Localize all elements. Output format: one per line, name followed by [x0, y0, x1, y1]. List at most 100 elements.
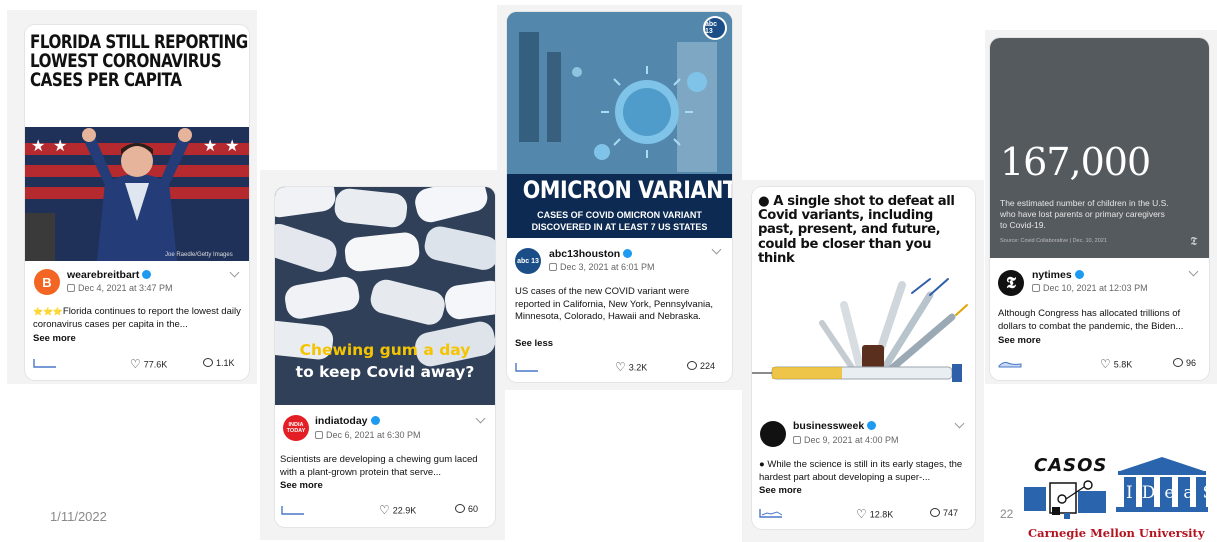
- post-date: Dec 9, 2021 at 4:00 PM: [793, 435, 899, 445]
- comments-text: 1.1K: [216, 358, 235, 368]
- headline-line-2: to keep Covid away?: [295, 363, 475, 381]
- comment-count[interactable]: 747: [930, 508, 958, 518]
- svg-text:Joe Raedle/Getty Images: Joe Raedle/Getty Images: [165, 252, 233, 258]
- post-caption: ● While the science is still in its earl…: [759, 459, 963, 483]
- likes-text: 12.8K: [869, 509, 894, 520]
- avatar[interactable]: abc 13: [515, 248, 541, 274]
- see-more-link[interactable]: See more: [998, 335, 1041, 346]
- omicron-virus-photo: [507, 12, 732, 174]
- post-card-indiatoday[interactable]: Chewing gum a day to keep Covid away? IN…: [275, 187, 495, 527]
- post-card-businessweek[interactable]: ● A single shot to defeat all Covid vari…: [752, 187, 975, 529]
- like-count[interactable]: ♡ 77.6K: [130, 357, 168, 372]
- like-count[interactable]: ♡ 22.9K: [379, 503, 416, 518]
- comment-count[interactable]: 224: [687, 361, 715, 371]
- verified-icon: [142, 269, 152, 279]
- see-less-link[interactable]: See less: [515, 338, 553, 349]
- like-count[interactable]: ♡ 5.8K: [1100, 357, 1132, 372]
- verified-icon: [867, 420, 877, 430]
- like-count[interactable]: ♡ 12.8K: [856, 507, 894, 522]
- handle-text[interactable]: businessweek: [793, 420, 864, 432]
- account-handle[interactable]: wearebreitbart: [67, 269, 152, 281]
- post-image[interactable]: abc 13 OMICRON VARIANT CASES OF COVID OM…: [507, 12, 732, 238]
- omicron-headline: OMICRON VARIANT: [522, 174, 732, 206]
- likes-text: 77.6K: [143, 359, 168, 370]
- chevron-down-icon[interactable]: [1188, 266, 1199, 277]
- ideas-text: IDeaS: [1126, 483, 1217, 503]
- post-date: Dec 4, 2021 at 3:47 PM: [67, 283, 173, 293]
- big-number: 167,000: [1000, 140, 1151, 184]
- comment-count[interactable]: 1.1K: [203, 358, 235, 368]
- comment-icon: [687, 361, 697, 371]
- comment-count[interactable]: 60: [455, 504, 478, 514]
- post-date: Dec 10, 2021 at 12:03 PM: [1032, 283, 1148, 293]
- likes-text: 3.2K: [628, 362, 648, 373]
- avatar[interactable]: INDIA TODAY: [283, 415, 309, 441]
- avatar[interactable]: 𝕿: [998, 270, 1024, 296]
- comments-text: 96: [1186, 358, 1197, 368]
- subhead-line-2: DISCOVERED IN AT LEAST 7 US STATES: [531, 222, 708, 232]
- account-handle[interactable]: nytimes: [1032, 269, 1084, 281]
- headline: ● A single shot to defeat all Covid vari…: [758, 194, 955, 266]
- star-emoji: ⭐⭐⭐: [33, 307, 63, 316]
- post-card-nytimes[interactable]: 167,000 The estimated number of children…: [990, 38, 1209, 380]
- svg-text:★: ★: [225, 138, 239, 155]
- handle-text[interactable]: wearebreitbart: [67, 269, 139, 281]
- comment-icon: [203, 358, 213, 368]
- date-text: Dec 10, 2021 at 12:03 PM: [1043, 283, 1148, 293]
- stat-text: The estimated number of children in the …: [1000, 198, 1169, 230]
- post-card-breitbart[interactable]: FLORIDA STILL REPORTING LOWEST CORONAVIR…: [25, 25, 249, 380]
- post-image[interactable]: ● A single shot to defeat all Covid vari…: [752, 187, 975, 405]
- heart-icon: ♡: [130, 357, 141, 371]
- casos-logo: CASOS: [1022, 455, 1110, 527]
- post-meta: INDIA TODAY indiatoday Dec 6, 2021 at 6:…: [275, 405, 495, 527]
- chevron-down-icon[interactable]: [954, 418, 965, 429]
- comment-icon: [930, 508, 940, 518]
- post-image[interactable]: Chewing gum a day to keep Covid away?: [275, 187, 495, 405]
- handle-text[interactable]: indiatoday: [315, 415, 368, 427]
- heart-icon: ♡: [615, 360, 626, 374]
- see-more-link[interactable]: See more: [759, 485, 802, 496]
- account-handle[interactable]: indiatoday: [315, 415, 380, 427]
- like-count[interactable]: ♡ 3.2K: [615, 360, 648, 375]
- sparkline-icon: [33, 359, 56, 368]
- sparkline-icon: [759, 509, 783, 518]
- post-image[interactable]: 167,000 The estimated number of children…: [990, 38, 1209, 258]
- cmu-wordmark: Carnegie Mellon University: [1028, 526, 1205, 540]
- heart-icon: ♡: [379, 503, 390, 517]
- svg-text:★: ★: [203, 138, 217, 155]
- post-meta: businessweek Dec 9, 2021 at 4:00 PM ● Wh…: [752, 405, 975, 529]
- chevron-down-icon[interactable]: [229, 267, 240, 278]
- verified-icon: [623, 248, 633, 258]
- headline: FLORIDA STILL REPORTING LOWEST CORONAVIR…: [30, 32, 248, 91]
- omicron-subhead: CASES OF COVID OMICRON VARIANT DISCOVERE…: [507, 209, 732, 233]
- slide-page-number: 22: [1000, 507, 1014, 521]
- account-handle[interactable]: businessweek: [793, 420, 877, 432]
- post-image[interactable]: FLORIDA STILL REPORTING LOWEST CORONAVIR…: [25, 25, 249, 261]
- see-more-link[interactable]: See more: [280, 480, 323, 491]
- sparkline-icon: [998, 361, 1022, 368]
- see-more-link[interactable]: See more: [33, 333, 76, 344]
- verified-icon: [1074, 269, 1084, 279]
- post-meta: B wearebreitbart Dec 4, 2021 at 3:47 PM …: [25, 261, 249, 380]
- chevron-down-icon[interactable]: [711, 244, 722, 255]
- avatar[interactable]: [760, 421, 786, 447]
- account-handle[interactable]: abc13houston: [549, 248, 633, 260]
- sparkline-icon: [281, 506, 304, 515]
- headline: Chewing gum a day to keep Covid away?: [275, 339, 495, 383]
- handle-text[interactable]: nytimes: [1032, 269, 1072, 281]
- handle-text[interactable]: abc13houston: [549, 248, 620, 260]
- chevron-down-icon[interactable]: [475, 413, 486, 424]
- comment-count[interactable]: 96: [1173, 358, 1196, 368]
- post-meta: 𝕿 nytimes Dec 10, 2021 at 12:03 PM Altho…: [990, 258, 1209, 380]
- verified-icon: [370, 415, 380, 425]
- avatar[interactable]: B: [34, 269, 60, 295]
- comments-text: 747: [943, 508, 959, 518]
- source-text: Source: Covid Collaborative | Dec. 10, 2…: [1000, 238, 1107, 244]
- desantis-photo: ★ ★ ★ ★ Joe Raedle/Getty Images: [25, 103, 249, 261]
- comment-icon: [455, 504, 465, 514]
- caption-text: Florida continues to report the lowest d…: [33, 306, 241, 330]
- post-card-abc13[interactable]: abc 13 OMICRON VARIANT CASES OF COVID OM…: [507, 12, 732, 382]
- ideas-logo: IDeaS: [1110, 455, 1214, 525]
- date-text: Dec 9, 2021 at 4:00 PM: [804, 435, 899, 445]
- comment-icon: [1173, 358, 1183, 368]
